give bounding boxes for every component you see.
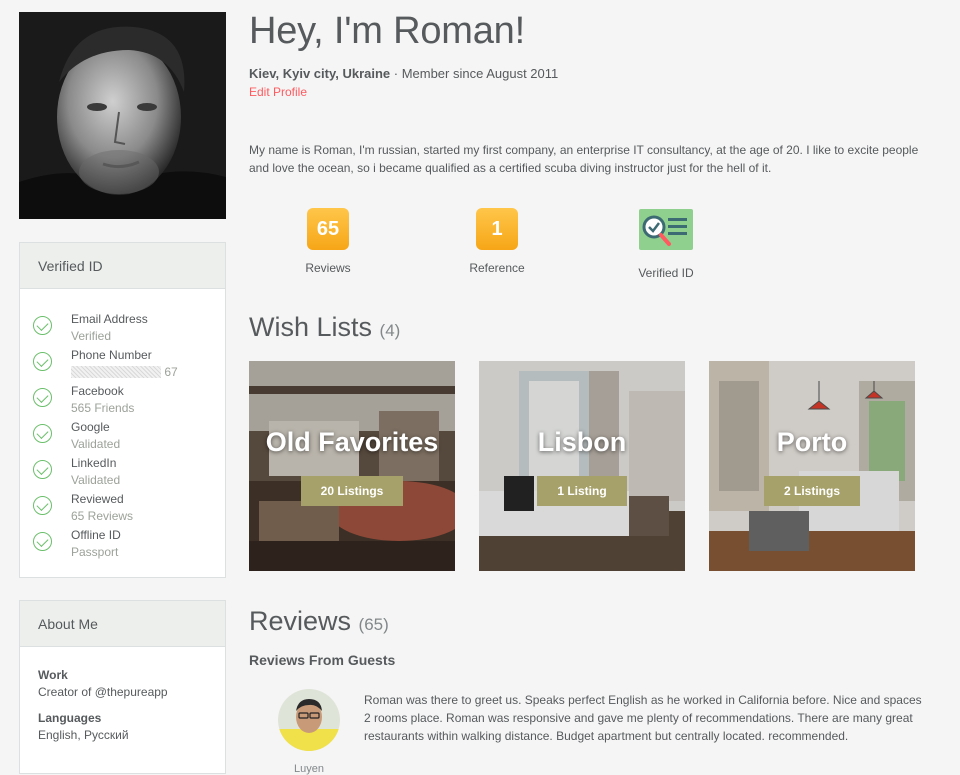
review-text: Roman was there to greet us. Speaks perf… bbox=[364, 693, 922, 743]
reviews-heading: Reviews (65) bbox=[249, 606, 389, 636]
redacted-phone bbox=[71, 366, 161, 378]
about-me-panel: About Me Work Creator of @thepureapp Lan… bbox=[19, 600, 226, 774]
verification-google: Google Validated bbox=[32, 419, 225, 455]
check-circle-icon bbox=[33, 352, 52, 371]
stat-label: Verified ID bbox=[638, 266, 694, 280]
check-circle-icon bbox=[33, 496, 52, 515]
reviewer-avatar bbox=[278, 689, 340, 751]
wishlist-card-old-favorites[interactable]: Old Favorites 20 Listings bbox=[249, 361, 455, 571]
wishlist-name: Lisbon bbox=[537, 426, 627, 457]
wish-lists-heading: Wish Lists (4) bbox=[249, 312, 401, 342]
languages-value: English, Русский bbox=[38, 728, 129, 742]
wishlist-card-porto[interactable]: Porto 2 Listings bbox=[709, 361, 915, 571]
check-circle-icon bbox=[33, 532, 52, 551]
reference-count-badge: 1 bbox=[476, 208, 518, 250]
wishlist-name: Porto bbox=[776, 426, 848, 457]
edit-profile-link[interactable]: Edit Profile bbox=[249, 85, 307, 99]
work-value: Creator of @thepureapp bbox=[38, 685, 168, 699]
wishlist-listings-count: 1 Listing bbox=[537, 475, 627, 506]
profile-bio: My name is Roman, I'm russian, started m… bbox=[249, 143, 919, 175]
verification-facebook: Facebook 565 Friends bbox=[32, 383, 225, 419]
verification-email: Email Address Verified bbox=[32, 311, 225, 347]
verified-id-panel: Verified ID Email Address Verified Phone… bbox=[19, 242, 226, 578]
verification-linkedin: LinkedIn Validated bbox=[32, 455, 225, 491]
page-title: Hey, I'm Roman! bbox=[249, 10, 525, 52]
stat-reference[interactable]: 1 Reference bbox=[442, 208, 552, 275]
work-label: Work bbox=[38, 668, 68, 682]
check-circle-icon bbox=[33, 460, 52, 479]
stat-label: Reviews bbox=[305, 261, 351, 275]
wishlist-listings-count: 20 Listings bbox=[300, 475, 404, 506]
languages-label: Languages bbox=[38, 711, 102, 725]
reviews-count: (65) bbox=[358, 615, 389, 634]
verification-list: Email Address Verified Phone Number 67 F… bbox=[20, 289, 225, 563]
stat-label: Reference bbox=[469, 261, 525, 275]
check-circle-icon bbox=[33, 388, 52, 407]
check-circle-icon bbox=[33, 424, 52, 443]
location: Kiev, Kyiv city, Ukraine bbox=[249, 66, 391, 81]
reviews-from-guests-heading: Reviews From Guests bbox=[249, 652, 396, 668]
stat-reviews[interactable]: 65 Reviews bbox=[273, 208, 383, 275]
wishlist-card-lisbon[interactable]: Lisbon 1 Listing bbox=[479, 361, 685, 571]
member-since: · Member since August 2011 bbox=[390, 66, 559, 81]
check-circle-icon bbox=[33, 316, 52, 335]
reviews-count-badge: 65 bbox=[307, 208, 349, 250]
verification-reviewed: Reviewed 65 Reviews bbox=[32, 491, 225, 527]
wishlist-name: Old Favorites bbox=[265, 426, 439, 457]
about-me-heading: About Me bbox=[20, 601, 225, 647]
reviewer-name: Luyen bbox=[294, 763, 324, 775]
profile-subline: Kiev, Kyiv city, Ukraine · Member since … bbox=[249, 66, 558, 81]
verified-id-heading: Verified ID bbox=[20, 243, 225, 289]
reviewer[interactable]: Luyen bbox=[278, 689, 340, 775]
verified-id-icon bbox=[639, 209, 693, 250]
wish-lists-count: (4) bbox=[379, 321, 401, 340]
verification-offline-id: Offline ID Passport bbox=[32, 527, 225, 563]
profile-photo bbox=[19, 12, 226, 219]
verification-phone: Phone Number 67 bbox=[32, 347, 225, 383]
wishlist-listings-count: 2 Listings bbox=[763, 475, 860, 506]
stat-verified-id[interactable]: Verified ID bbox=[611, 208, 721, 280]
